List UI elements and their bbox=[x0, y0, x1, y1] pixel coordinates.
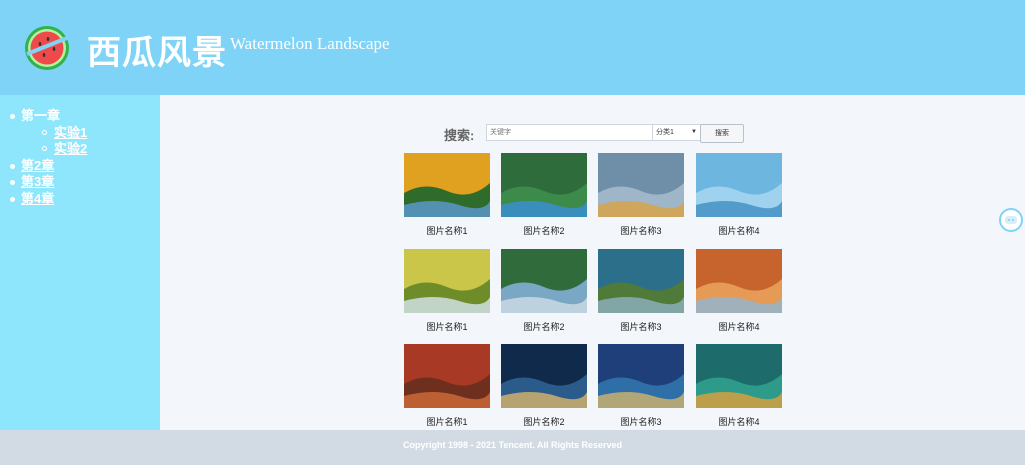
sidebar-item-lab-2: 实验2 bbox=[42, 141, 87, 158]
sidebar-item-chapter-3: 第3章 bbox=[10, 174, 87, 191]
sidebar-item-chapter-4: 第4章 bbox=[10, 191, 87, 208]
photo-caption: 图片名称3 bbox=[620, 226, 662, 236]
gallery-card[interactable]: 图片名称4 bbox=[696, 249, 782, 333]
lab-1-link[interactable]: 实验1 bbox=[54, 125, 87, 140]
gallery-card[interactable]: 图片名称4 bbox=[696, 153, 782, 237]
photo-caption: 图片名称4 bbox=[718, 417, 760, 427]
landscape-photo[interactable] bbox=[501, 344, 587, 408]
chevron-down-icon: ▼ bbox=[691, 129, 697, 135]
landscape-photo[interactable] bbox=[696, 344, 782, 408]
chapter-1-sublist: 实验1 实验2 bbox=[21, 125, 87, 158]
gallery-card[interactable]: 图片名称2 bbox=[501, 249, 587, 333]
search-button[interactable]: 搜索 bbox=[700, 124, 744, 143]
photo-caption: 图片名称2 bbox=[523, 226, 565, 236]
landscape-photo[interactable] bbox=[696, 249, 782, 313]
photo-caption: 图片名称1 bbox=[426, 322, 468, 332]
gallery-card[interactable]: 图片名称2 bbox=[501, 344, 587, 428]
gallery-card[interactable]: 图片名称2 bbox=[501, 153, 587, 237]
watermelon-icon bbox=[25, 26, 69, 70]
photo-caption: 图片名称4 bbox=[718, 226, 760, 236]
chapter-4-link[interactable]: 第4章 bbox=[21, 191, 54, 206]
site-title: 西瓜风景 bbox=[87, 33, 227, 73]
photo-caption: 图片名称2 bbox=[523, 417, 565, 427]
photo-caption: 图片名称2 bbox=[523, 322, 565, 332]
landscape-photo[interactable] bbox=[598, 344, 684, 408]
lab-2-link[interactable]: 实验2 bbox=[54, 141, 87, 156]
category-select[interactable]: 分类1 ▼ bbox=[652, 124, 701, 141]
sidebar-item-chapter-1: 第一章 实验1 实验2 bbox=[10, 108, 87, 158]
landscape-photo[interactable] bbox=[501, 153, 587, 217]
gallery-card[interactable]: 图片名称1 bbox=[404, 153, 490, 237]
landscape-photo[interactable] bbox=[501, 249, 587, 313]
copyright-text: Copyright 1998 - 2021 Tencent. All Right… bbox=[402, 440, 623, 450]
landscape-photo[interactable] bbox=[404, 153, 490, 217]
gallery-card[interactable]: 图片名称3 bbox=[598, 249, 684, 333]
robot-icon bbox=[1005, 216, 1017, 224]
assistant-float-icon[interactable] bbox=[999, 208, 1023, 232]
sidebar-nav: 第一章 实验1 实验2 第2章 第3章 第4章 bbox=[0, 95, 160, 430]
chapter-list: 第一章 实验1 实验2 第2章 第3章 第4章 bbox=[10, 108, 87, 207]
search-input[interactable] bbox=[486, 124, 655, 141]
sidebar-item-lab-1: 实验1 bbox=[42, 125, 87, 142]
landscape-photo[interactable] bbox=[696, 153, 782, 217]
gallery-card[interactable]: 图片名称4 bbox=[696, 344, 782, 428]
site-header: 西瓜风景 Watermelon Landscape bbox=[0, 0, 1025, 95]
photo-caption: 图片名称1 bbox=[426, 417, 468, 427]
landscape-photo[interactable] bbox=[598, 153, 684, 217]
category-select-value: 分类1 bbox=[656, 129, 674, 136]
main-content: 搜索: 分类1 ▼ 搜索 图片名称1 图片名称2 图片名称3 图片名称4 图片名称1 图片… bbox=[160, 95, 1025, 430]
site-footer: Copyright 1998 - 2021 Tencent. All Right… bbox=[0, 430, 1025, 465]
gallery-card[interactable]: 图片名称1 bbox=[404, 249, 490, 333]
gallery-card[interactable]: 图片名称1 bbox=[404, 344, 490, 428]
landscape-photo[interactable] bbox=[598, 249, 684, 313]
search-label: 搜索: bbox=[444, 128, 475, 143]
landscape-photo[interactable] bbox=[404, 344, 490, 408]
sidebar-item-chapter-2: 第2章 bbox=[10, 158, 87, 175]
chapter-3-link[interactable]: 第3章 bbox=[21, 174, 54, 189]
photo-caption: 图片名称3 bbox=[620, 417, 662, 427]
gallery-card[interactable]: 图片名称3 bbox=[598, 344, 684, 428]
photo-caption: 图片名称4 bbox=[718, 322, 760, 332]
site-subtitle: Watermelon Landscape bbox=[230, 34, 390, 53]
chapter-2-link[interactable]: 第2章 bbox=[21, 158, 54, 173]
photo-caption: 图片名称1 bbox=[426, 226, 468, 236]
landscape-photo[interactable] bbox=[404, 249, 490, 313]
gallery-card[interactable]: 图片名称3 bbox=[598, 153, 684, 237]
chapter-1-label: 第一章 bbox=[21, 108, 61, 123]
photo-caption: 图片名称3 bbox=[620, 322, 662, 332]
